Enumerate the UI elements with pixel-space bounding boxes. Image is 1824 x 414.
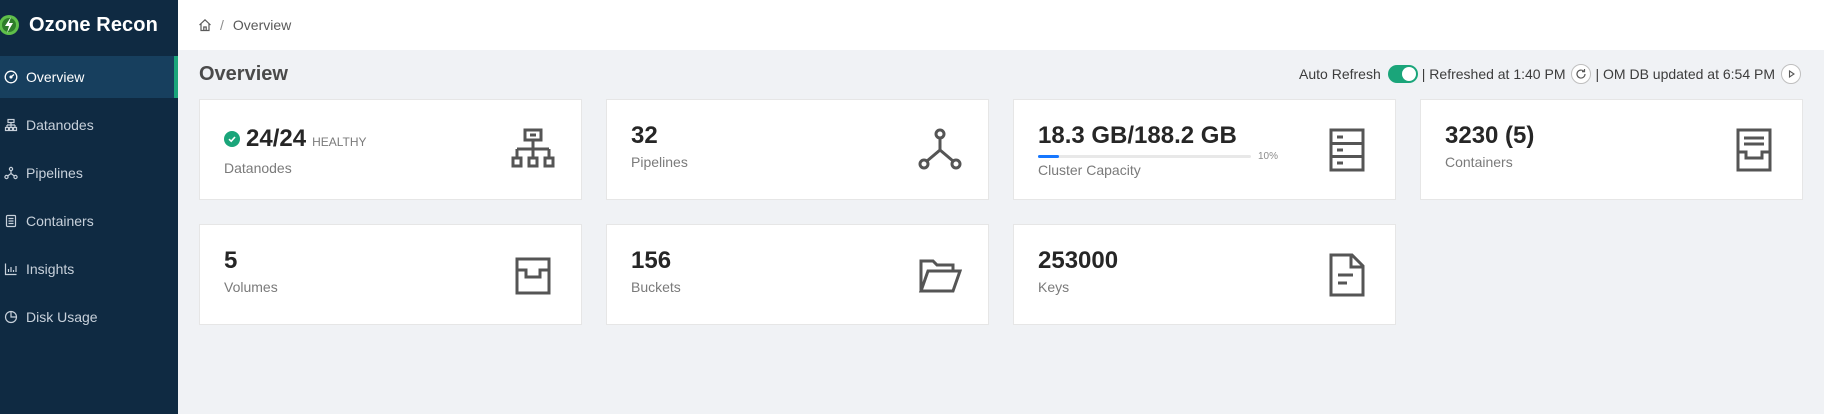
sidebar-item-datanodes[interactable]: Datanodes: [0, 104, 178, 146]
sidebar-nav: Overview Datanodes Pipelines Containers …: [0, 56, 178, 338]
refreshed-at-text: | Refreshed at 1:40 PM: [1421, 66, 1566, 82]
overview-cards: 24/24 HEALTHY Datanodes 32 Pipelines 18.…: [199, 99, 1803, 325]
sidebar-item-label: Pipelines: [26, 165, 83, 181]
buckets-card[interactable]: 156 Buckets: [606, 224, 989, 325]
play-circle-icon: [1785, 68, 1797, 80]
cluster-icon: [4, 118, 18, 132]
containers-value: 3230 (5): [1445, 122, 1535, 149]
pipelines-card[interactable]: 32 Pipelines: [606, 99, 989, 200]
main-content: Overview Auto Refresh | Refreshed at 1:4…: [199, 50, 1803, 325]
keys-card[interactable]: 253000 Keys: [1013, 224, 1396, 325]
page-title: Overview: [199, 62, 288, 85]
buckets-label: Buckets: [631, 279, 681, 295]
capacity-value: 18.3 GB/188.2 GB: [1038, 122, 1237, 149]
pipelines-value: 32: [631, 122, 658, 149]
title-row: Overview Auto Refresh | Refreshed at 1:4…: [199, 50, 1803, 98]
brand[interactable]: Ozone Recon: [0, 0, 178, 50]
pie-chart-icon: [4, 310, 18, 324]
datanodes-card[interactable]: 24/24 HEALTHY Datanodes: [199, 99, 582, 200]
cluster-icon: [511, 128, 555, 172]
pipelines-label: Pipelines: [631, 154, 688, 170]
containers-label: Containers: [1445, 154, 1513, 170]
datanodes-label: Datanodes: [224, 160, 292, 176]
capacity-label: Cluster Capacity: [1038, 162, 1141, 178]
cluster-capacity-card[interactable]: 18.3 GB/188.2 GB 10% Cluster Capacity: [1013, 99, 1396, 200]
containers-card[interactable]: 3230 (5) Containers: [1420, 99, 1803, 200]
reload-icon: [1575, 68, 1587, 80]
sidebar-item-label: Overview: [26, 69, 85, 85]
datanodes-value: 24/24: [246, 125, 307, 152]
keys-value: 253000: [1038, 247, 1119, 274]
deployment-unit-icon: [4, 166, 18, 180]
inbox-icon: [511, 253, 555, 297]
dashboard-icon: [4, 70, 18, 84]
capacity-percent: 10%: [1258, 151, 1279, 162]
capacity-progress-fill: [1038, 155, 1060, 158]
sidebar-item-label: Containers: [26, 213, 94, 229]
bar-chart-icon: [4, 262, 18, 276]
sidebar-item-label: Disk Usage: [26, 309, 98, 325]
check-circle-icon: [224, 131, 240, 147]
breadcrumb-current: Overview: [232, 17, 292, 33]
buckets-value: 156: [631, 247, 672, 274]
refresh-bar: Auto Refresh | Refreshed at 1:40 PM | OM…: [1299, 64, 1803, 84]
deployment-unit-icon: [918, 128, 962, 172]
container-icon: [1732, 128, 1776, 172]
refresh-button[interactable]: [1571, 64, 1592, 84]
volumes-label: Volumes: [224, 279, 278, 295]
volumes-value: 5: [224, 247, 238, 274]
datanodes-value-row: 24/24 HEALTHY: [224, 122, 557, 156]
breadcrumb: / Overview: [178, 0, 1824, 50]
folder-open-icon: [918, 253, 963, 297]
auto-refresh-toggle[interactable]: [1387, 65, 1418, 83]
home-icon[interactable]: [198, 18, 212, 32]
container-icon: [4, 214, 18, 228]
sidebar-item-label: Datanodes: [26, 117, 94, 133]
sidebar-item-disk-usage[interactable]: Disk Usage: [0, 296, 178, 338]
om-db-sync-button[interactable]: [1781, 64, 1801, 84]
ozone-logo-icon: [0, 14, 20, 36]
breadcrumb-separator: /: [220, 17, 224, 33]
sidebar: Ozone Recon Overview Datanodes Pipelines…: [0, 0, 178, 414]
sidebar-item-label: Insights: [26, 261, 75, 277]
sidebar-item-pipelines[interactable]: Pipelines: [0, 152, 178, 194]
capacity-progress: 10%: [1038, 151, 1371, 162]
sidebar-item-overview[interactable]: Overview: [0, 56, 178, 98]
auto-refresh-label: Auto Refresh: [1299, 66, 1381, 82]
file-text-icon: [1325, 253, 1369, 297]
volumes-card[interactable]: 5 Volumes: [199, 224, 582, 325]
app-name: Ozone Recon: [29, 13, 158, 36]
om-db-updated-text: | OM DB updated at 6:54 PM: [1595, 66, 1775, 82]
sidebar-item-insights[interactable]: Insights: [0, 248, 178, 290]
capacity-progress-bar: [1038, 155, 1251, 158]
database-icon: [1325, 128, 1369, 172]
sidebar-item-containers[interactable]: Containers: [0, 200, 178, 242]
health-status: HEALTHY: [312, 135, 367, 149]
keys-label: Keys: [1038, 279, 1070, 295]
